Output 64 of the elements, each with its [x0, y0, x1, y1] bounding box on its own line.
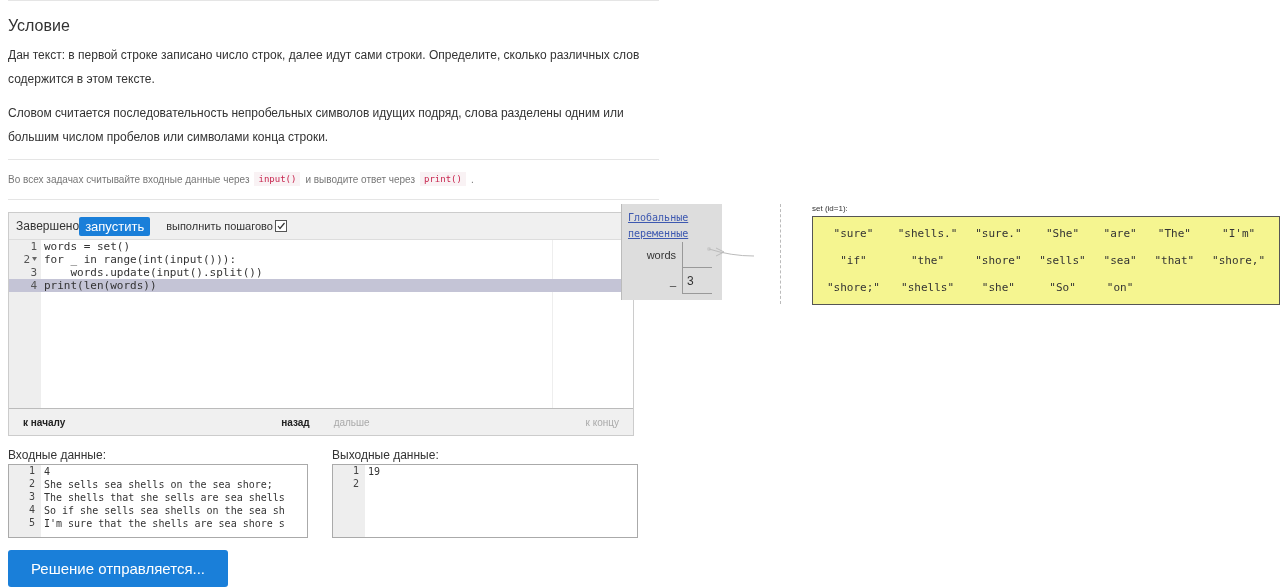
globals-link[interactable]: Глобальные переменные — [628, 210, 722, 242]
data-line: I'm sure that the shells are sea shore s — [43, 517, 285, 530]
set-item: "sells" — [1039, 254, 1086, 267]
input-field[interactable]: 1 2 3 4 5 4 She sells sea shells on the sea shore; The shells that she sells are sea shells So if she sells sea shells on the sea sh I'm sure that the shells are sea shore s — [8, 464, 308, 538]
set-item: "sure" — [833, 227, 874, 240]
set-item: "The" — [1157, 227, 1191, 240]
set-item: "that" — [1154, 254, 1195, 267]
data-line: She sells sea shells on the sea shore; — [43, 478, 274, 491]
set-item: "She" — [1045, 227, 1080, 240]
set-item: "she" — [981, 281, 1015, 294]
output-field[interactable]: 1 2 19 — [332, 464, 638, 538]
line-number: 2 — [27, 478, 36, 491]
set-item: "if" — [840, 254, 867, 267]
set-item: "are" — [1103, 227, 1137, 240]
data-line: So if she sells sea shells on the sea sh — [43, 504, 285, 517]
line-number: 4 — [9, 279, 41, 292]
set-item: "shore," — [1212, 254, 1266, 267]
set-item: "I'm" — [1222, 227, 1256, 240]
variable-value: 3 — [682, 268, 712, 294]
set-item: "on" — [1106, 281, 1134, 294]
set-title: set (id=1): — [812, 204, 849, 213]
output-label: Выходные данные: — [332, 448, 440, 462]
status-text: Завершено — [16, 219, 80, 233]
section-heading: Условие — [8, 17, 71, 35]
note-text: и выводите ответ через — [305, 173, 415, 185]
submit-button[interactable]: Решение отправляется... — [8, 550, 228, 587]
line-number: 2 — [351, 478, 360, 491]
line-number: 3 — [29, 266, 38, 279]
data-line: The shells that she sells are sea shells — [43, 491, 285, 504]
line-number: 1 — [29, 240, 38, 253]
line-number: 1 — [351, 465, 360, 478]
set-item: "shells" — [901, 281, 954, 294]
code-line: for _ in range(int(input())): — [43, 253, 238, 266]
line-number: 2 — [9, 253, 41, 266]
code-line: words.update(input().split()) — [69, 266, 264, 279]
set-item: "shore" — [975, 254, 1022, 267]
problem-text: Словом считается последовательность непробельных символов идущих подряд, слова разделены одним или большим числом пробелов или символами конца строки. — [8, 105, 625, 146]
set-item: "shore;" — [826, 281, 880, 294]
set-item: "sure." — [975, 227, 1022, 240]
note-text: . — [470, 173, 474, 185]
code-snippet: input() — [254, 172, 301, 186]
set-item: "the" — [910, 254, 945, 267]
fold-icon[interactable] — [32, 257, 37, 261]
run-button[interactable]: запустить — [79, 216, 151, 236]
line-number: 5 — [27, 517, 36, 530]
line-number: 1 — [27, 465, 36, 478]
problem-text: Дан текст: в первой строке записано число строк, далее идут сами строки. Определите, сколько различных слов содержится в этом тексте. — [8, 47, 641, 88]
note-text: Во всех задачах считывайте входные данные через — [8, 173, 250, 185]
data-line: 19 — [367, 465, 381, 478]
code-line: words = set() — [43, 240, 132, 253]
set-item: "So" — [1049, 281, 1076, 294]
line-number: 4 — [27, 504, 36, 517]
set-item: "shells." — [897, 227, 958, 240]
code-snippet: print() — [420, 172, 466, 186]
step-checkbox[interactable] — [274, 220, 287, 232]
nav-button[interactable]: назад — [281, 416, 310, 428]
data-line: 4 — [43, 465, 52, 478]
nav-button[interactable]: к началу — [23, 416, 66, 428]
variable-name: words — [645, 249, 677, 261]
input-label: Входные данные: — [8, 448, 107, 462]
step-label: выполнить пошагово — [166, 220, 273, 232]
line-number: 3 — [27, 491, 36, 504]
variable-name: _ — [668, 275, 678, 287]
set-item: "sea" — [1103, 254, 1137, 267]
